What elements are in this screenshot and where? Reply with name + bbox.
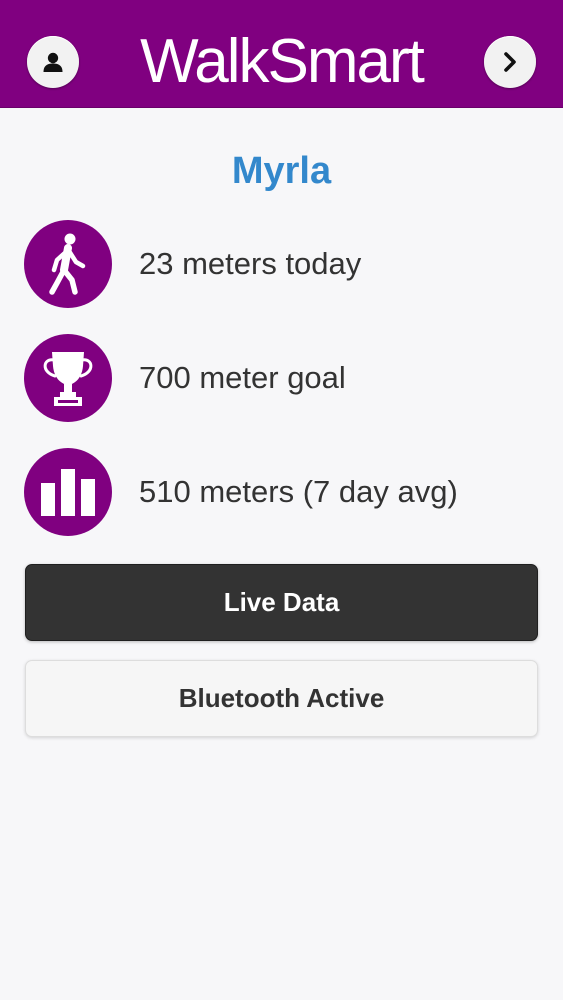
chevron-right-icon xyxy=(504,52,516,72)
next-button[interactable] xyxy=(484,36,536,88)
app-header: WalkSmart xyxy=(0,0,563,108)
stat-icon-circle xyxy=(24,448,112,536)
stat-text-today: 23 meters today xyxy=(139,246,362,281)
user-icon xyxy=(43,52,63,72)
profile-button[interactable] xyxy=(27,36,79,88)
stat-row-average: 510 meters (7 day avg) xyxy=(24,448,544,536)
trophy-icon xyxy=(43,352,93,406)
stat-row-today: 23 meters today xyxy=(24,220,544,308)
stat-text-average: 510 meters (7 day avg) xyxy=(139,474,458,509)
user-name: Myrla xyxy=(231,150,332,192)
stat-icon-circle xyxy=(24,220,112,308)
bluetooth-active-button[interactable]: Bluetooth Active xyxy=(25,660,538,737)
stat-row-goal: 700 meter goal xyxy=(24,334,544,422)
walking-person-icon xyxy=(49,233,86,295)
app-title: WalkSmart xyxy=(140,27,425,96)
stat-icon-circle xyxy=(24,334,112,422)
live-data-button[interactable]: Live Data xyxy=(25,564,538,641)
bar-chart-icon xyxy=(41,469,95,516)
stat-text-goal: 700 meter goal xyxy=(139,360,346,395)
